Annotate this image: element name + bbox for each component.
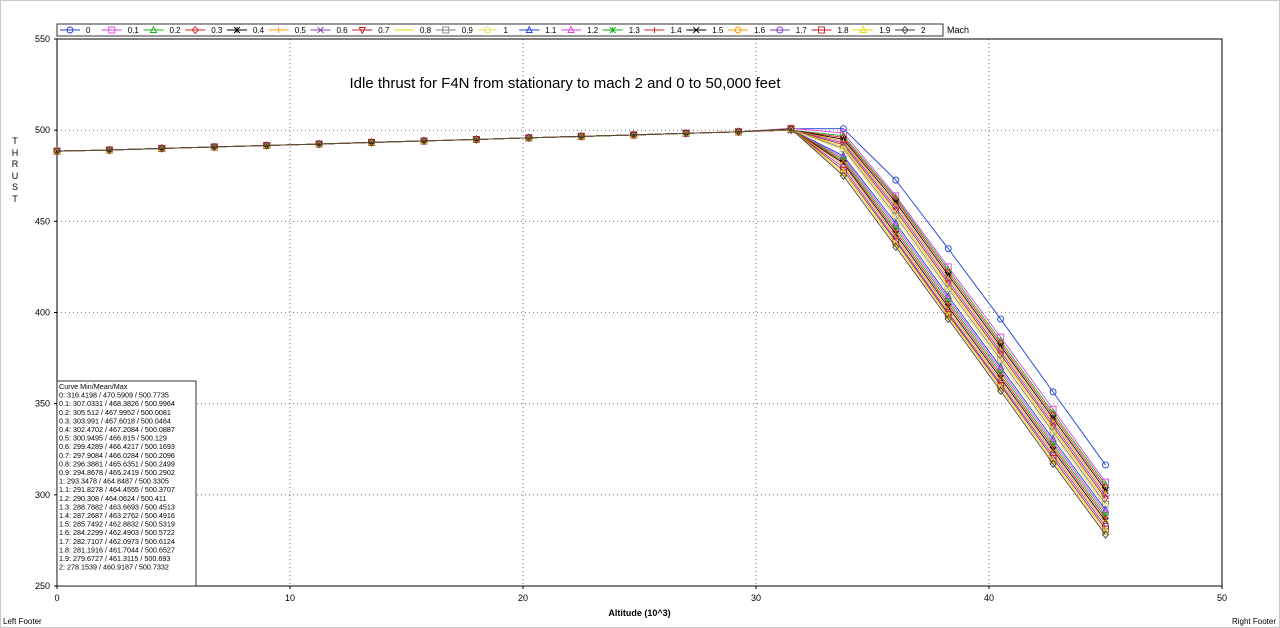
series-1.4 xyxy=(54,126,1109,521)
legend-label: 0.2 xyxy=(170,26,182,35)
left-footer: Left Footer xyxy=(3,617,42,626)
right-footer: Right Footer xyxy=(1231,617,1276,626)
y-tick-label: 300 xyxy=(35,490,50,500)
x-tick-label: 10 xyxy=(285,593,295,603)
legend-label: 1.1 xyxy=(545,26,557,35)
series-1.8 xyxy=(53,125,1109,533)
series-line xyxy=(56,129,1106,488)
legend-label: 1.7 xyxy=(796,26,808,35)
legend-marker xyxy=(233,26,241,34)
legend-label: 1 xyxy=(504,26,509,35)
legend-label: 0.6 xyxy=(337,26,349,35)
legend-label: 1.4 xyxy=(671,26,683,35)
legend-label: 0.1 xyxy=(128,26,140,35)
legend-label: 0.8 xyxy=(420,26,432,35)
legend-label: 1.9 xyxy=(879,26,891,35)
series-line xyxy=(56,128,1106,519)
legend-label: 0.4 xyxy=(253,26,265,35)
legend-label: 1.3 xyxy=(629,26,641,35)
x-tick-label: 20 xyxy=(518,593,528,603)
x-tick-label: 40 xyxy=(984,593,994,603)
legend-label: 0.7 xyxy=(378,26,390,35)
tick-labels: 0 10 20 30 40 50 250 300 350 400 450 500 550 xyxy=(35,34,1227,603)
series-line xyxy=(56,128,1106,530)
legend-label: 0.5 xyxy=(295,26,307,35)
chart-title: Idle thrust for F4N from stationary to m… xyxy=(349,75,781,92)
y-tick-label: 450 xyxy=(35,216,50,226)
x-tick-label: 0 xyxy=(54,593,59,603)
legend: 0 0.1 0.2 0.3 0.4 0.5 0.6 0.7 0.8 0.9 1 1.1 1.2 1.3 1.… xyxy=(56,23,944,37)
legend-label: 2 xyxy=(921,26,926,35)
stats-box-line: 2: 278.1539 / 460.9187 / 500.7332 xyxy=(59,563,169,572)
grid xyxy=(57,39,1222,586)
legend-label: 0 xyxy=(86,26,91,35)
y-axis-title: T H R U S T xyxy=(11,136,19,204)
y-tick-label: 550 xyxy=(35,34,50,44)
stats-box: Curve Min/Mean/Max0: 316.4198 / 470.5909… xyxy=(56,380,197,587)
x-axis-title: Altitude (10^3) xyxy=(608,608,670,618)
series-1.5 xyxy=(53,125,1109,525)
series-line xyxy=(56,128,1106,524)
legend-label: 1.2 xyxy=(587,26,599,35)
legend-label: 0.3 xyxy=(211,26,223,35)
series-line xyxy=(56,128,1106,513)
legend-label: 1.8 xyxy=(838,26,850,35)
chart: 0 10 20 30 40 50250300350400450500550Idle thr… xyxy=(0,0,1280,628)
series-line xyxy=(56,128,1106,527)
series-1.6 xyxy=(53,125,1109,528)
series-1.7 xyxy=(53,125,1109,530)
plot-frame xyxy=(56,38,1223,587)
series-2 xyxy=(53,124,1110,539)
legend-label: 1.6 xyxy=(754,26,766,35)
series-1.9 xyxy=(53,124,1110,535)
x-tick-label: 30 xyxy=(751,593,761,603)
y-tick-label: 250 xyxy=(35,581,50,591)
series-group xyxy=(53,124,1110,539)
series-line xyxy=(56,128,1106,522)
y-tick-label: 400 xyxy=(35,308,50,318)
y-tick-label: 350 xyxy=(35,399,50,409)
legend-label: 0.9 xyxy=(462,26,474,35)
y-tick-label: 500 xyxy=(35,125,50,135)
legend-marker xyxy=(609,26,617,34)
series-line xyxy=(56,128,1106,535)
legend-label: 1.5 xyxy=(712,26,724,35)
legend-title: Mach xyxy=(947,25,969,35)
x-tick-label: 50 xyxy=(1217,593,1227,603)
series-line xyxy=(56,128,1106,533)
